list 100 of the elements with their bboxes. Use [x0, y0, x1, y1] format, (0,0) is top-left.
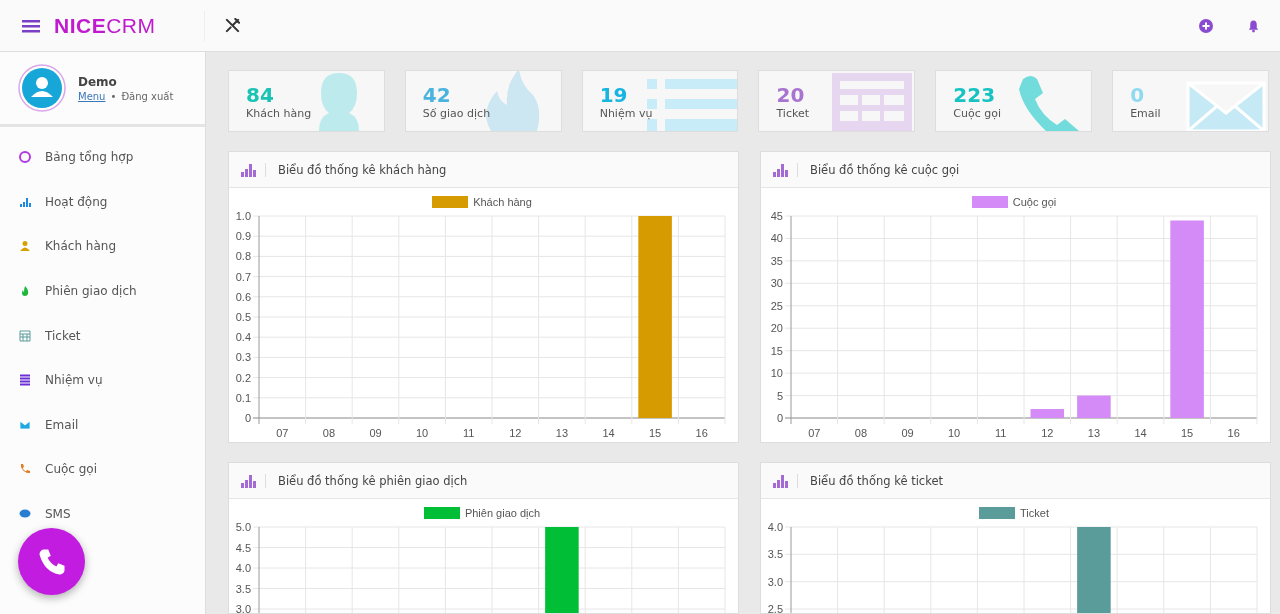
x-axis-label: 16 [1227, 427, 1240, 439]
notification-icon[interactable] [1247, 18, 1260, 33]
stat-value: 84 [246, 82, 275, 107]
legend-label: Phiên giao dịch [464, 507, 541, 519]
logo[interactable]: NICECRM [54, 13, 156, 38]
stat-value: 42 [422, 82, 452, 107]
menu-item-icon [19, 240, 31, 253]
x-axis-label: 08 [322, 427, 335, 439]
panel-title: Biểu đồ thống kê phiên giao dịch [278, 473, 468, 488]
y-axis-label: 0.2 [235, 371, 251, 384]
stat-label: Cuộc gọi [953, 106, 1002, 120]
menu-item-icon [19, 195, 31, 208]
x-axis-label: 07 [808, 427, 821, 439]
y-axis-label: 0.7 [235, 270, 251, 283]
stat-label: Khách hàng [246, 106, 313, 120]
y-axis-label: 4.0 [767, 521, 783, 533]
legend-label: Cuộc gọi [1012, 196, 1057, 208]
x-axis-label: 11 [995, 427, 1007, 439]
y-axis-label: 0.6 [235, 290, 251, 303]
panel-title: Biểu đồ thống kê khách hàng [278, 162, 447, 177]
y-axis-label: 4.5 [235, 541, 251, 554]
x-axis-label: 10 [947, 427, 961, 439]
x-axis-label: 12 [509, 427, 522, 439]
y-axis-label: 45 [770, 210, 783, 222]
bar-chart-icon [241, 473, 266, 488]
legend-label: Khách hàng [473, 196, 532, 208]
user-name: Demo [78, 74, 118, 89]
x-axis-label: 09 [369, 427, 382, 439]
x-axis-label: 12 [1041, 427, 1054, 439]
x-axis-label: 11 [463, 427, 475, 439]
x-axis-label: 14 [1134, 427, 1147, 439]
menu-item-icon [19, 418, 31, 431]
bar-chart-icon [241, 162, 266, 177]
menu-item-icon [19, 463, 31, 476]
stat-value: 20 [776, 82, 806, 107]
menu-item-icon [19, 374, 31, 387]
y-axis-label: 35 [770, 254, 783, 267]
y-axis-label: 0 [776, 412, 783, 424]
menu-item-icon [19, 285, 31, 298]
y-axis-label: 5.0 [235, 521, 251, 533]
y-axis-label: 0.8 [235, 250, 251, 263]
legend-label: Ticket [1020, 507, 1049, 519]
y-axis-label: 3.5 [235, 582, 251, 595]
sidebar-item[interactable]: Email [0, 402, 205, 448]
sidebar-item[interactable]: SMS [0, 491, 205, 537]
menu-item-icon [19, 329, 31, 342]
y-axis-label: 1.0 [235, 210, 251, 222]
y-axis-label: 2.5 [767, 603, 783, 613]
separator-dot: • [110, 90, 117, 102]
sidebar-item[interactable]: Bảng tổng hợp [0, 135, 205, 180]
y-axis-label: 3.0 [767, 575, 783, 588]
x-axis-label: 13 [1087, 427, 1101, 439]
y-axis-label: 3.5 [767, 548, 783, 561]
x-axis-label: 14 [602, 427, 615, 439]
x-axis-label: 10 [416, 427, 429, 439]
sidebar-item[interactable]: Nhiệm vụ [0, 357, 205, 403]
y-axis-label: 0.9 [235, 230, 251, 243]
x-axis-label: 15 [648, 427, 662, 439]
sidebar-item[interactable]: Cuộc gọi [0, 447, 205, 492]
call-button[interactable] [18, 528, 85, 595]
stat-value: 223 [953, 82, 997, 107]
menu-icon[interactable] [22, 18, 40, 33]
y-axis-label: 10 [770, 367, 783, 380]
x-axis-label: 09 [901, 427, 914, 439]
y-axis-label: 40 [770, 232, 783, 245]
y-axis-label: 3.0 [235, 603, 251, 613]
y-axis-label: 30 [770, 277, 783, 290]
panel-title: Biểu đồ thống kê ticket [810, 473, 943, 488]
y-axis-label: 0 [244, 412, 251, 424]
bar-chart-icon [773, 162, 798, 177]
stat-value: 0 [1130, 82, 1146, 107]
avatar-icon [18, 64, 66, 112]
menu-link[interactable]: Menu [78, 90, 106, 102]
y-axis-label: 25 [770, 299, 783, 312]
stat-label: Nhiệm vụ [599, 106, 654, 120]
y-axis-label: 20 [770, 322, 783, 335]
sidebar-item[interactable]: Hoạt động [0, 179, 205, 225]
tools-icon[interactable] [225, 18, 240, 33]
bar-chart-icon [773, 473, 798, 488]
stat-label: Số giao dịch [422, 106, 492, 120]
y-axis-label: 0.3 [235, 351, 251, 364]
stat-label: Ticket [776, 106, 811, 120]
y-axis-label: 0.1 [235, 391, 251, 404]
stat-value: 19 [599, 82, 629, 107]
add-icon[interactable] [1199, 18, 1213, 33]
sidebar-item[interactable]: Phiên giao dịch [0, 268, 205, 314]
panel-title: Biểu đồ thống kê cuộc gọi [810, 162, 960, 177]
sidebar-item[interactable]: Khách hàng [0, 224, 205, 269]
y-axis-label: 5 [776, 389, 783, 402]
x-axis-label: 16 [695, 427, 708, 439]
y-axis-label: 0.4 [235, 331, 251, 344]
stat-label: Email [1130, 106, 1162, 120]
chart-bar [1077, 395, 1111, 418]
logout-link[interactable]: Đăng xuất [121, 90, 174, 102]
y-axis-label: 0.5 [235, 311, 251, 323]
x-axis-label: 07 [276, 427, 289, 439]
sidebar-item[interactable]: Ticket [0, 313, 205, 358]
x-axis-label: 15 [1180, 427, 1194, 439]
x-axis-label: 13 [555, 427, 569, 439]
y-axis-label: 4.0 [235, 562, 251, 574]
